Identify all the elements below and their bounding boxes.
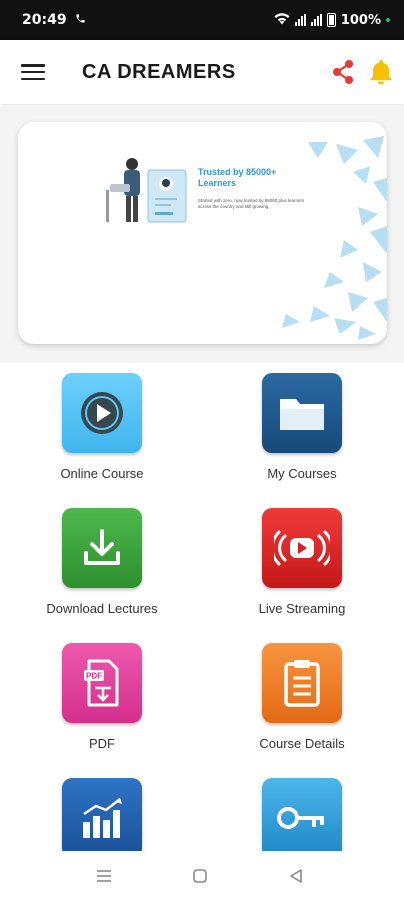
status-bar: 20:49 100% <box>0 0 404 40</box>
tile-key[interactable] <box>212 768 392 851</box>
clipboard-icon <box>262 643 342 723</box>
phone-icon <box>75 13 86 27</box>
app-bar: CA DREAMERS <box>0 40 404 104</box>
tile-label: Online Course <box>60 466 144 481</box>
tile-label: PDF <box>89 736 115 751</box>
tile-live-streaming[interactable]: Live Streaming <box>212 498 392 633</box>
banner-title: Trusted by 85000+ Learners <box>198 167 277 188</box>
tile-analytics[interactable] <box>12 768 192 851</box>
folder-icon <box>262 373 342 453</box>
download-icon <box>62 508 142 588</box>
signal-icon-2 <box>310 14 322 26</box>
status-time: 20:49 <box>22 12 67 28</box>
promo-banner[interactable]: Trusted by 85000+ Learners Started with … <box>18 122 387 344</box>
feature-grid: Online Course My Courses Download Lectur… <box>0 363 404 851</box>
banner-illustration <box>106 136 387 340</box>
play-circle-icon <box>62 373 142 453</box>
home-icon[interactable] <box>188 865 212 887</box>
battery-percent: 100% <box>340 12 381 28</box>
key-icon <box>262 778 342 851</box>
wifi-icon <box>274 12 290 29</box>
tile-pdf[interactable]: PDF PDF <box>12 633 192 768</box>
tile-label: Course Details <box>259 736 345 751</box>
hamburger-menu-icon[interactable] <box>20 61 46 83</box>
app-title: CA DREAMERS <box>82 60 236 83</box>
bar-chart-icon <box>62 778 142 851</box>
tile-label: Live Streaming <box>258 601 346 616</box>
banner-area: Trusted by 85000+ Learners Started with … <box>0 105 404 363</box>
tile-download-lectures[interactable]: Download Lectures <box>12 498 192 633</box>
svg-text:PDF: PDF <box>86 672 102 681</box>
tile-course-details[interactable]: Course Details <box>212 633 392 768</box>
recent-apps-icon[interactable] <box>92 865 116 887</box>
pdf-file-icon: PDF <box>62 643 142 723</box>
signal-icon <box>294 14 306 26</box>
system-nav-bar <box>0 851 404 900</box>
privacy-dot <box>386 18 390 22</box>
tile-label: My Courses <box>267 466 337 481</box>
back-icon[interactable] <box>284 865 308 887</box>
bell-icon[interactable] <box>368 58 394 86</box>
tile-online-course[interactable]: Online Course <box>12 363 192 498</box>
tile-my-courses[interactable]: My Courses <box>212 363 392 498</box>
battery-icon <box>326 13 336 27</box>
banner-body: Started with zero, now trusted by 85000 … <box>198 198 305 209</box>
tile-label: Download Lectures <box>46 601 158 616</box>
status-indicators: 100% <box>274 12 390 29</box>
share-icon[interactable] <box>330 58 356 86</box>
live-stream-icon <box>262 508 342 588</box>
